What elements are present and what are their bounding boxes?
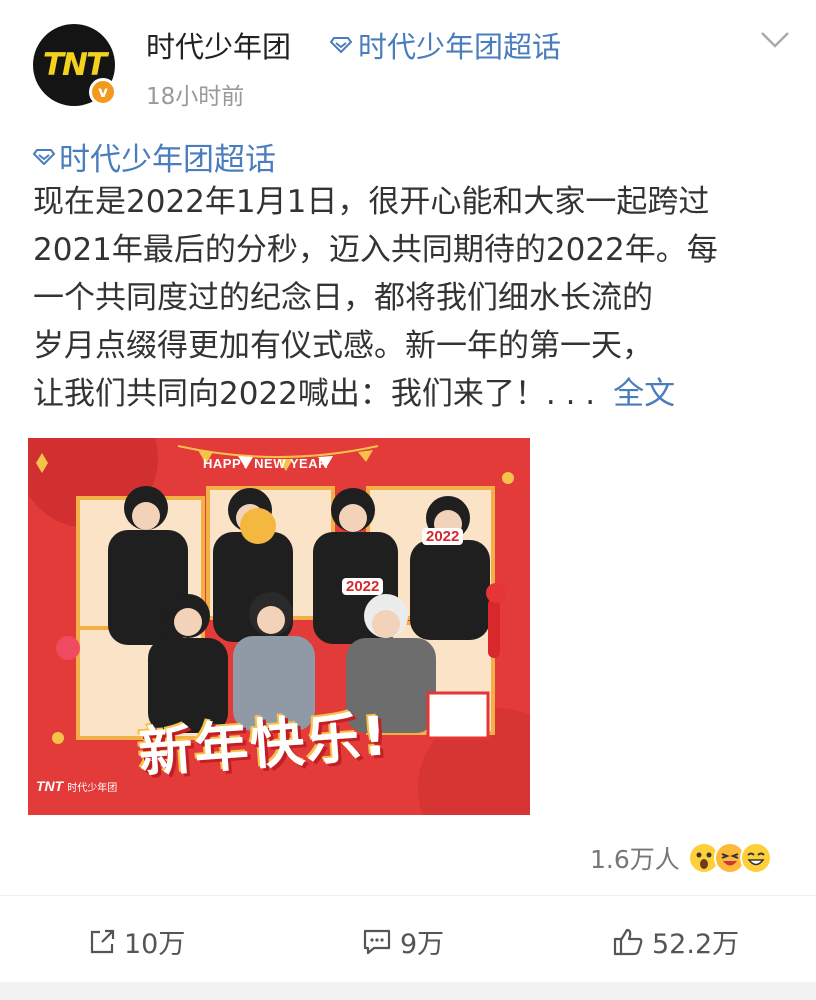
super-topic-diamond-icon bbox=[330, 37, 352, 53]
chevron-down-icon[interactable] bbox=[760, 30, 790, 50]
comment-count: 9万 bbox=[400, 929, 445, 960]
post-body-line: 让我们共同向2022喊出：我们来了！. . . bbox=[33, 376, 596, 412]
topic-tag-label: 时代少年团超话 bbox=[59, 142, 276, 178]
like-button[interactable]: 52.2万 bbox=[612, 922, 739, 961]
poster-year-tag: 2022 bbox=[422, 528, 464, 545]
comment-button[interactable]: 9万 bbox=[362, 922, 444, 961]
avatar-logo: TNT bbox=[42, 47, 107, 83]
poster-header-text: HAPPY NEW YEAR bbox=[203, 456, 328, 471]
likers-summary[interactable]: 1.6万人 bbox=[590, 840, 772, 876]
likers-count: 1.6万人 bbox=[590, 845, 680, 874]
post-body-line: 2021年最后的分秒，迈入共同期待的2022年。每 bbox=[33, 232, 718, 268]
super-topic-diamond-icon bbox=[33, 148, 55, 165]
post-header: TNT v 时代少年团 时代少年团超话 18小时前 bbox=[0, 0, 816, 120]
post-time: 18小时前 bbox=[146, 84, 245, 110]
topic-tag-link[interactable]: 时代少年团超话 bbox=[33, 134, 276, 179]
action-bar: 10万 9万 52.2万 bbox=[0, 910, 816, 976]
super-topic-link[interactable]: 时代少年团超话 bbox=[330, 24, 561, 66]
super-topic-label: 时代少年团超话 bbox=[358, 30, 562, 64]
post-body-line: 现在是2022年1月1日，很开心能和大家一起跨过 bbox=[33, 184, 710, 220]
thumbs-up-icon bbox=[613, 928, 643, 955]
verified-badge-icon: v bbox=[89, 78, 117, 106]
poster-brand-logo: TNT bbox=[36, 778, 64, 794]
feed-separator bbox=[0, 982, 816, 1000]
author-name[interactable]: 时代少年团 bbox=[146, 24, 291, 66]
grinning-emoji-icon bbox=[739, 842, 772, 874]
post-body-line: 一个共同度过的纪念日，都将我们细水长流的 bbox=[33, 280, 653, 316]
comment-icon bbox=[363, 929, 391, 954]
share-icon bbox=[90, 929, 115, 953]
divider bbox=[0, 895, 816, 896]
post-body-last-line: 让我们共同向2022喊出：我们来了！. . . 全文 bbox=[33, 370, 793, 418]
share-button[interactable]: 10万 bbox=[88, 922, 185, 961]
post-image[interactable]: HAPPY NEW YEAR 2022 2022 新年快乐! TNT 时代少年团 bbox=[28, 438, 530, 815]
like-count: 52.2万 bbox=[652, 929, 740, 960]
poster-brand: TNT 时代少年团 bbox=[36, 778, 117, 794]
poster-year-tag: 2022 bbox=[342, 578, 384, 595]
poster-brand-name: 时代少年团 bbox=[67, 782, 118, 794]
share-count: 10万 bbox=[124, 929, 186, 960]
full-text-link[interactable]: 全文 bbox=[613, 376, 675, 412]
post-body: 现在是2022年1月1日，很开心能和大家一起跨过 2021年最后的分秒，迈入共同… bbox=[33, 178, 793, 418]
post-body-line: 岁月点缀得更加有仪式感。新一年的第一天， bbox=[33, 328, 653, 364]
